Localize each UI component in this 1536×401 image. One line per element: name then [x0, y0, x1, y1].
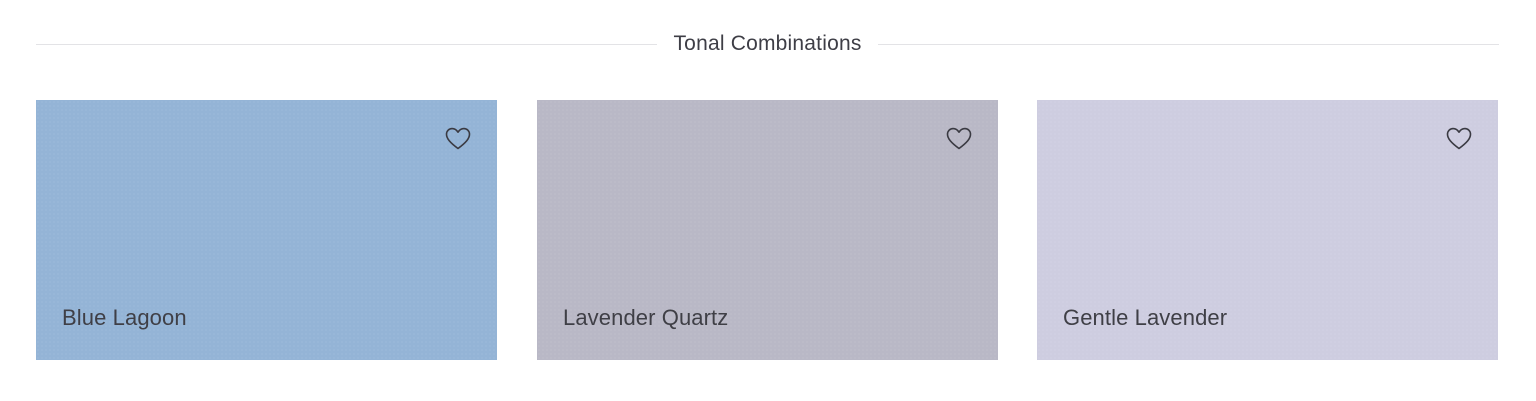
color-name: Blue Lagoon [62, 305, 187, 330]
section-header: Tonal Combinations [36, 28, 1500, 60]
heart-outline-icon [946, 127, 972, 151]
section-title: Tonal Combinations [673, 32, 862, 55]
heart-outline-icon [445, 127, 471, 151]
favorite-button[interactable] [944, 124, 974, 154]
favorite-button[interactable] [1444, 124, 1474, 154]
color-card-lavender-quartz[interactable]: Lavender Quartz [537, 100, 998, 360]
tonal-combinations-section: Tonal Combinations Blue Lagoon Lavender … [0, 0, 1536, 401]
heart-outline-icon [1446, 127, 1472, 151]
color-card-list: Blue Lagoon Lavender Quartz Gentle Laven… [36, 100, 1499, 360]
color-name: Lavender Quartz [563, 305, 729, 330]
color-card-gentle-lavender[interactable]: Gentle Lavender [1037, 100, 1498, 360]
color-card-blue-lagoon[interactable]: Blue Lagoon [36, 100, 497, 360]
divider-right [877, 43, 1500, 45]
divider-left [36, 43, 658, 45]
color-name: Gentle Lavender [1063, 305, 1228, 330]
favorite-button[interactable] [443, 124, 473, 154]
